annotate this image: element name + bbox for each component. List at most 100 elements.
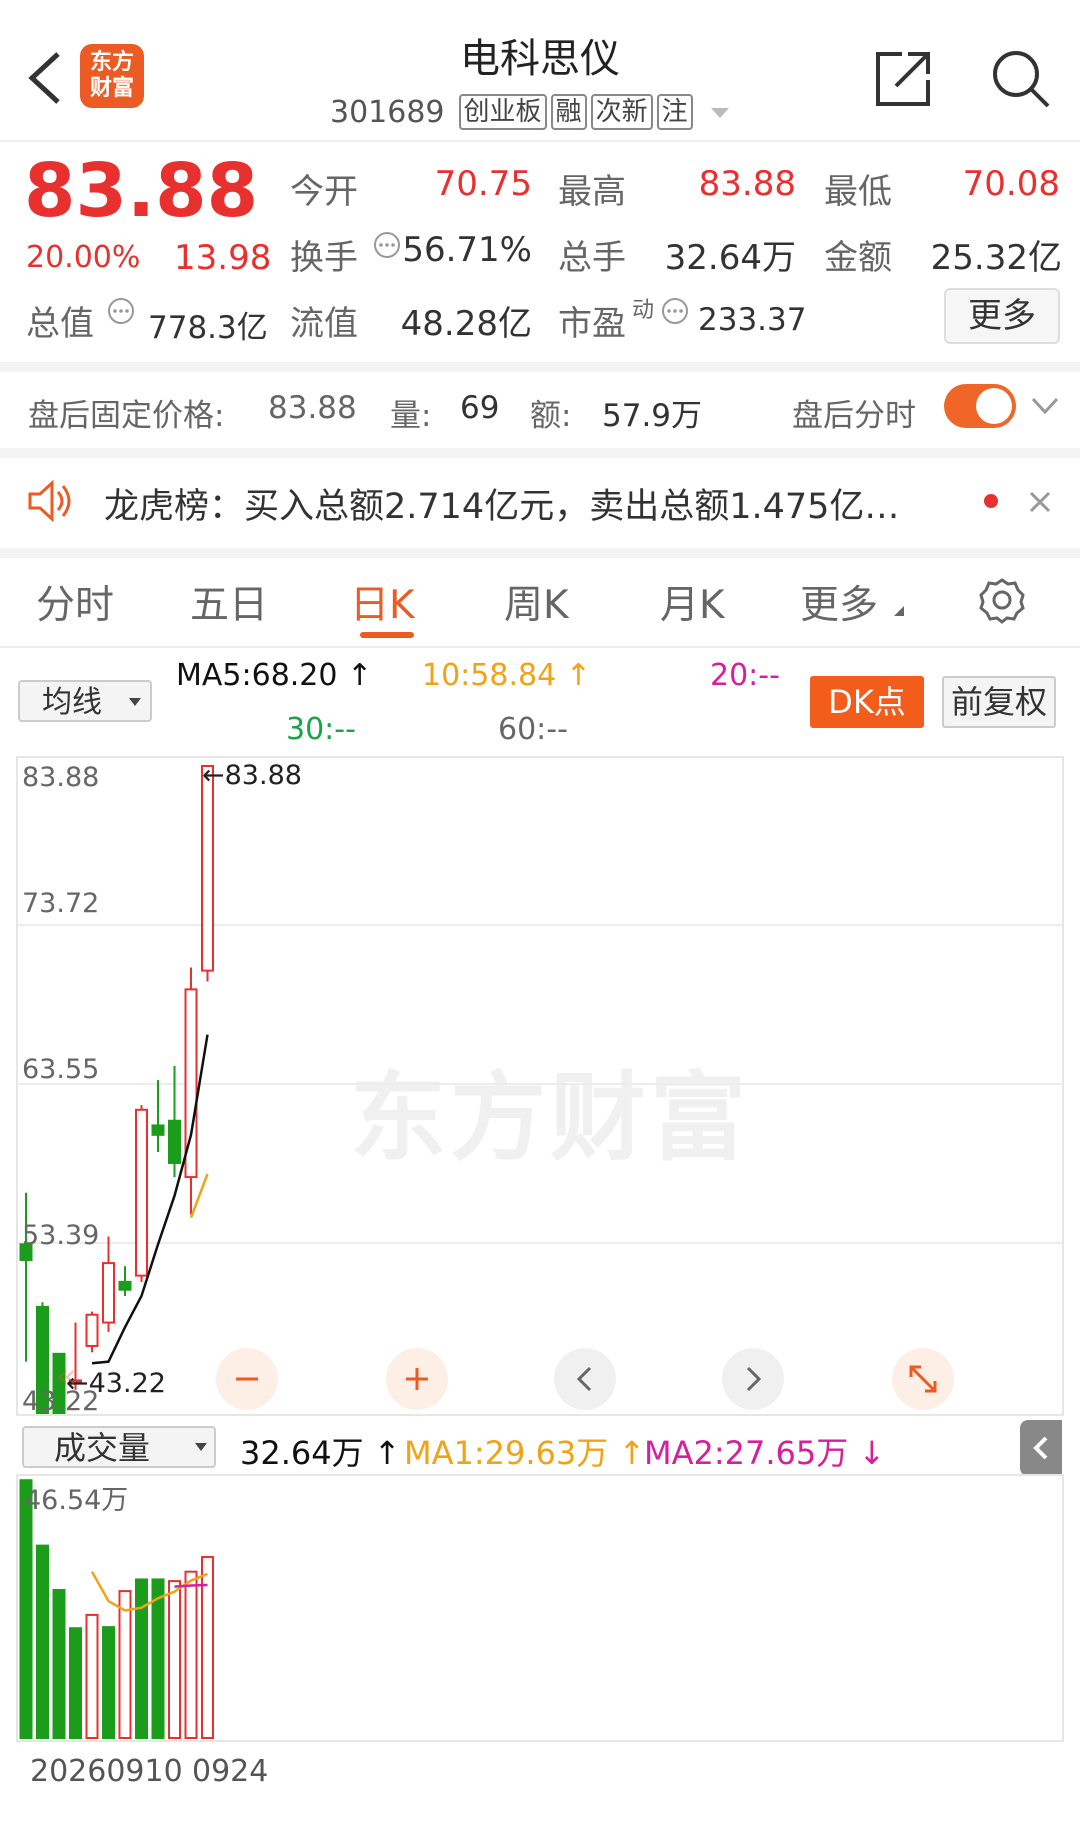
info-icon[interactable]	[372, 230, 402, 260]
volume-indicator-select[interactable]: 成交量	[22, 1426, 216, 1468]
kline-chart[interactable]	[16, 756, 1064, 1416]
chevron-left-icon	[576, 1366, 592, 1392]
volume-max-label: 46.54万	[24, 1485, 129, 1516]
side-panel-toggle[interactable]	[1020, 1420, 1062, 1476]
volume-bar	[151, 1578, 165, 1739]
y-tick-label: 63.55	[22, 1054, 100, 1085]
info-icon[interactable]	[660, 296, 690, 326]
tab-monthly-k[interactable]: 月K	[660, 574, 725, 630]
volume-ma2-line	[174, 1583, 208, 1588]
speaker-icon	[28, 479, 71, 523]
open-value: 70.75	[434, 164, 532, 204]
zoom-in-button[interactable]	[386, 1348, 448, 1410]
chevron-down-icon[interactable]	[1030, 394, 1060, 418]
float-cap-value: 48.28亿	[400, 304, 532, 344]
tab-daily-k[interactable]: 日K	[350, 574, 415, 630]
candle-body	[85, 1313, 99, 1348]
volume-ma2-text: MA2:27.65万	[644, 1434, 849, 1472]
indicator-select-label: 均线	[42, 685, 102, 720]
tab-weekly-k[interactable]: 周K	[504, 574, 569, 630]
volume-chart[interactable]	[16, 1474, 1064, 1742]
tag-new: 次新	[590, 94, 653, 130]
caret-down-icon	[710, 108, 729, 118]
more-quote-button[interactable]: 更多	[944, 288, 1060, 344]
last-price: 83.88	[24, 148, 259, 234]
chevron-left-icon	[1033, 1436, 1048, 1460]
ma60-value: 60:--	[498, 712, 568, 747]
min-price-marker: ←43.22	[66, 1368, 166, 1399]
price-adjust-button[interactable]: 前复权	[942, 676, 1056, 728]
tab-five-day[interactable]: 五日	[190, 574, 268, 630]
tab-intraday[interactable]: 分时	[36, 574, 114, 630]
share-icon	[876, 52, 930, 106]
high-label: 最高	[558, 172, 626, 212]
y-tick-label: 83.88	[22, 762, 100, 793]
ma5-value: MA5:68.20 ↑	[176, 658, 373, 693]
minus-icon	[236, 1377, 258, 1381]
tag-margin: 融	[550, 94, 587, 130]
volume-bar	[19, 1479, 33, 1740]
y-tick-label: 53.39	[22, 1220, 100, 1251]
gear-icon[interactable]	[978, 576, 1026, 624]
ma20-value: 20:--	[710, 658, 780, 693]
share-button[interactable]	[872, 48, 934, 110]
volume-bar	[102, 1626, 115, 1739]
turnover-label: 换手	[290, 238, 358, 278]
after-hours-amount: 57.9万	[602, 398, 703, 434]
candle-body	[168, 1119, 181, 1164]
fullscreen-button[interactable]	[892, 1348, 954, 1410]
end-date-label: 0924	[192, 1754, 269, 1789]
chevron-right-icon	[746, 1366, 762, 1392]
divider	[0, 646, 1080, 648]
rewind-icon[interactable]: «	[56, 1356, 77, 1396]
dk-point-button[interactable]: DK点	[810, 676, 924, 728]
change-amount: 13.98	[174, 238, 272, 278]
tag-board: 创业板	[458, 94, 547, 130]
divider	[0, 448, 1080, 458]
volume-label: 总手	[558, 238, 626, 278]
candle-body	[201, 765, 214, 972]
y-tick-label: 73.72	[22, 888, 100, 919]
pe-value: 233.37	[698, 302, 807, 338]
max-price-marker: ←83.88	[202, 760, 302, 791]
volume-value: 32.64万	[664, 238, 796, 278]
scroll-left-button[interactable]	[554, 1348, 616, 1410]
tag-registration: 注	[656, 94, 693, 130]
volume-bar	[135, 1578, 148, 1739]
stock-code: 301689	[330, 94, 445, 130]
dragon-tiger-notice[interactable]: 龙虎榜：买入总额2.714亿元，卖出总额1.475亿…	[104, 478, 899, 529]
float-cap-label: 流值	[290, 304, 358, 344]
candle-body	[118, 1280, 132, 1291]
indicator-select[interactable]: 均线	[18, 680, 152, 722]
volume-bar	[184, 1570, 198, 1739]
after-hours-price-label: 盘后固定价格:	[28, 398, 225, 434]
expand-icon	[909, 1365, 937, 1393]
stock-subtitle[interactable]: 301689 创业板 融 次新 注	[330, 92, 735, 132]
divider	[0, 140, 1080, 142]
after-hours-volume: 69	[460, 390, 500, 426]
after-hours-price: 83.88	[268, 390, 357, 426]
scroll-right-button[interactable]	[722, 1348, 784, 1410]
after-hours-toggle[interactable]	[944, 384, 1016, 428]
ma5-text: MA5:68.20	[176, 658, 338, 693]
tab-more[interactable]: 更多	[800, 574, 878, 630]
close-icon[interactable]	[1028, 490, 1052, 514]
info-icon[interactable]	[106, 296, 136, 326]
search-button[interactable]	[990, 48, 1052, 110]
after-hours-volume-label: 量:	[390, 398, 432, 434]
volume-current: 32.64万 ↑	[240, 1434, 401, 1472]
low-value: 70.08	[962, 164, 1060, 204]
candle-body	[151, 1124, 165, 1136]
zoom-out-button[interactable]	[216, 1348, 278, 1410]
volume-bar	[85, 1613, 99, 1739]
open-label: 今开	[290, 172, 358, 212]
volume-ma1-text: MA1:29.63万	[404, 1434, 609, 1472]
volume-indicator-label: 成交量	[54, 1429, 151, 1467]
divider	[0, 548, 1080, 558]
min-price-label: 43.22	[88, 1368, 166, 1399]
volume-ma2: MA2:27.65万 ↓	[644, 1434, 886, 1472]
after-hours-timeshare-label: 盘后分时	[792, 398, 916, 434]
ma30-value: 30:--	[286, 712, 356, 747]
amount-value: 25.32亿	[930, 238, 1062, 278]
ma10-value: 10:58.84 ↑	[422, 658, 591, 693]
